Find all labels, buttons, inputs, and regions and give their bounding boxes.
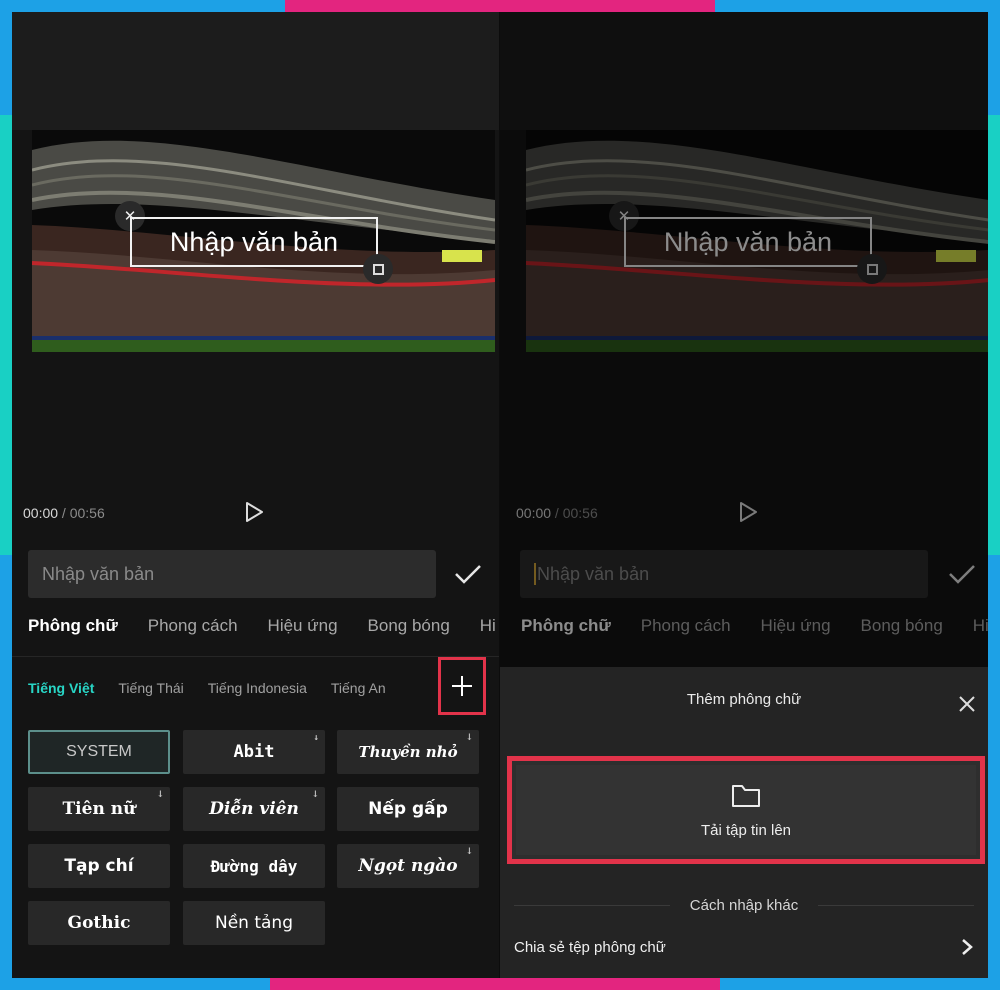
download-icon: ↓ (311, 790, 319, 800)
text-box-resize-icon[interactable] (857, 254, 887, 284)
sheet-title: Thêm phông chữ (686, 691, 802, 708)
font-item-label: Abit (233, 742, 275, 762)
add-font-button[interactable] (438, 657, 486, 715)
lang-tab-vietnamese[interactable]: Tiếng Việt (28, 680, 94, 696)
tab-font[interactable]: Phông chữ (521, 616, 611, 636)
text-box-resize-icon[interactable] (363, 254, 393, 284)
font-item-tien-nu[interactable]: Tiên nữ ↓ (28, 787, 170, 831)
font-item-label: Gothic (67, 913, 131, 933)
font-item-label: Thuyền nhỏ (358, 743, 458, 761)
text-cursor (534, 563, 536, 585)
tab-bubble[interactable]: Bong bóng (861, 616, 943, 636)
text-input-placeholder: Nhập văn bản (42, 563, 155, 584)
lang-tabs-fade (392, 670, 440, 710)
time-separator: / (58, 505, 70, 521)
chevron-right-icon (962, 939, 973, 955)
font-item-tap-chi[interactable]: Tạp chí (28, 844, 170, 888)
text-input[interactable]: Nhập văn bản (520, 550, 928, 598)
download-icon: ↓ (313, 733, 319, 743)
font-item-label: SYSTEM (66, 743, 132, 760)
tab-more[interactable]: Hi (480, 616, 496, 636)
timecode: 00:00 / 00:56 (516, 505, 598, 521)
tab-style[interactable]: Phong cách (148, 616, 238, 636)
frame-stripe-left (0, 115, 12, 555)
editor-tabs: Phông chữ Phong cách Hiệu ứng Bong bóng … (28, 616, 500, 636)
font-item-system[interactable]: SYSTEM (28, 730, 170, 774)
font-item-nen-tang[interactable]: Nền tảng (183, 901, 325, 945)
frame-stripe-right (988, 115, 1000, 555)
lang-tab-thai[interactable]: Tiếng Thái (118, 680, 183, 696)
tab-bubble[interactable]: Bong bóng (368, 616, 450, 636)
play-icon[interactable] (736, 499, 760, 525)
play-icon[interactable] (242, 499, 266, 525)
timecode: 00:00 / 00:56 (23, 505, 105, 521)
upload-file-label: Tải tập tin lên (700, 821, 792, 839)
tab-effects[interactable]: Hiệu ứng (761, 616, 831, 636)
upload-file-button[interactable]: Tải tập tin lên (507, 756, 985, 864)
font-item-gothic[interactable]: Gothic (28, 901, 170, 945)
confirm-check-icon[interactable] (452, 558, 484, 590)
top-bar (500, 12, 988, 130)
confirm-check-icon[interactable] (946, 558, 978, 590)
editor-tabs: Phông chữ Phong cách Hiệu ứng Bong bóng … (521, 616, 988, 636)
font-item-dien-vien[interactable]: Diễn viên ↓ (183, 787, 325, 831)
download-icon: ↓ (465, 733, 473, 743)
language-tabs: Tiếng Việt Tiếng Thái Tiếng Indonesia Ti… (28, 680, 410, 696)
time-separator: / (551, 505, 563, 521)
font-item-thuyen-nho[interactable]: Thuyền nhỏ ↓ (337, 730, 479, 774)
tab-more[interactable]: Hi (973, 616, 988, 636)
text-overlay-label: Nhập văn bản (169, 226, 339, 257)
lang-tab-indonesian[interactable]: Tiếng Indonesia (208, 680, 307, 696)
font-item-label: Diễn viên (209, 799, 299, 819)
tabs-divider (12, 656, 500, 657)
text-editor-panel: Nhập văn bản Phông chữ Phong cách Hiệu ứ… (12, 538, 500, 978)
top-bar (12, 12, 500, 130)
left-screen: ✕ Nhập văn bản 00:00 / 00:56 Nhập văn bả… (12, 12, 500, 978)
text-input[interactable]: Nhập văn bản (28, 550, 436, 598)
font-item-nep-gap[interactable]: Nếp gấp (337, 787, 479, 831)
text-overlay-box[interactable]: Nhập văn bản (130, 217, 378, 267)
font-item-ngot-ngao[interactable]: Ngọt ngào ↓ (337, 844, 479, 888)
share-font-file-row[interactable]: Chia sẻ tệp phông chữ (514, 929, 974, 965)
current-time: 00:00 (516, 505, 552, 521)
text-overlay-label: Nhập văn bản (663, 226, 833, 257)
other-methods-divider: Cách nhập khác (514, 897, 974, 914)
add-font-sheet: Thêm phông chữ Tải tập tin lên Cách nhập… (500, 667, 988, 978)
font-item-label: Tạp chí (64, 856, 134, 876)
frame-stripe-top (285, 0, 715, 12)
font-item-label: Ngọt ngào (358, 856, 458, 876)
font-item-abit[interactable]: Abit ↓ (183, 730, 325, 774)
right-screen: ✕ Nhập văn bản 00:00 / 00:56 Nhập văn bả… (500, 12, 988, 978)
share-font-file-label: Chia sẻ tệp phông chữ (514, 938, 666, 956)
folder-icon (732, 784, 760, 807)
close-icon[interactable] (958, 695, 976, 713)
plus-icon (452, 676, 472, 696)
font-item-label: Tiên nữ (62, 799, 136, 819)
total-duration: 00:56 (69, 505, 105, 521)
font-item-label: Đường dây (210, 856, 298, 876)
frame-stripe-bottom (270, 978, 720, 990)
download-icon: ↓ (156, 790, 164, 800)
font-item-duong-day[interactable]: Đường dây (183, 844, 325, 888)
tab-effects[interactable]: Hiệu ứng (268, 616, 338, 636)
lang-tab-english[interactable]: Tiếng An (331, 680, 386, 696)
tab-style[interactable]: Phong cách (641, 616, 731, 636)
text-input-placeholder: Nhập văn bản (537, 563, 650, 584)
current-time: 00:00 (23, 505, 59, 521)
text-overlay-box[interactable]: Nhập văn bản (624, 217, 872, 267)
font-item-label: Nếp gấp (368, 799, 448, 819)
font-item-label: Nền tảng (214, 913, 293, 933)
total-duration: 00:56 (562, 505, 598, 521)
download-icon: ↓ (465, 847, 473, 857)
tab-font[interactable]: Phông chữ (28, 616, 118, 636)
other-methods-label: Cách nhập khác (689, 897, 799, 914)
